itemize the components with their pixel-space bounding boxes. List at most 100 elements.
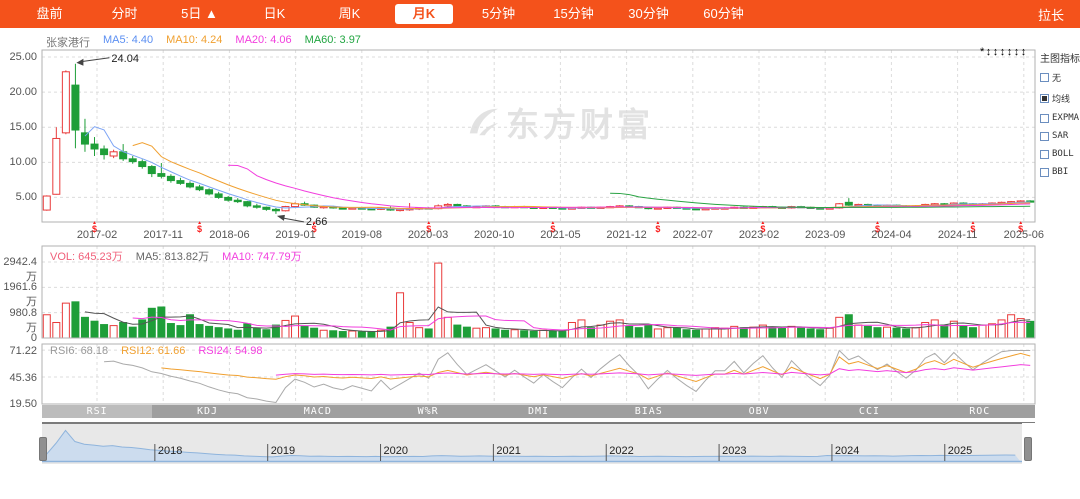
- legend-item: RSI12: 61.66: [121, 345, 185, 357]
- legend-item: MA5: 813.82万: [136, 248, 209, 264]
- main-indicator-sidebar: 主图指标 无均线 EXPMA SAR BOLL BBI: [1040, 50, 1080, 185]
- volume-axis-label: 1961.6万: [0, 281, 37, 309]
- timeframe-tab-周K[interactable]: 周K: [312, 4, 387, 24]
- ma-legend-item: MA10: 4.24: [166, 34, 222, 50]
- event-markers: *↕↕↕↕↕↕: [980, 46, 1028, 58]
- date-axis-label: 2023-09: [793, 229, 857, 241]
- indicator-option-BOLL[interactable]: BOLL: [1040, 149, 1080, 159]
- indicator-tab-MACD[interactable]: MACD: [263, 405, 373, 418]
- date-axis-label: 2023-02: [727, 229, 791, 241]
- date-axis-label: 2021-05: [528, 229, 592, 241]
- indicator-tab-KDJ[interactable]: KDJ: [152, 405, 262, 418]
- legend-item: VOL: 645.23万: [50, 248, 123, 264]
- indicator-tab-bar: RSIKDJMACDW%RDMIBIASOBVCCIROC: [42, 405, 1035, 418]
- date-axis-label: 2019-01: [264, 229, 328, 241]
- legend-item: RSI6: 68.18: [50, 345, 108, 357]
- date-axis-label: 2018-06: [197, 229, 261, 241]
- checkbox-icon[interactable]: [1040, 73, 1049, 82]
- date-axis-label: 2020-10: [462, 229, 526, 241]
- option-label: SAR: [1052, 131, 1068, 141]
- option-label: 均线: [1052, 92, 1070, 105]
- date-axis-label: 2017-11: [131, 229, 195, 241]
- timeframe-tab-5日 ▲[interactable]: 5日 ▲: [162, 4, 237, 24]
- price-axis-label: 15.00: [0, 121, 37, 133]
- navigator-year-label: 2025: [948, 445, 972, 457]
- navigator-left-handle[interactable]: [39, 437, 47, 461]
- svg-text:24.04: 24.04: [111, 53, 139, 65]
- price-axis-label: 25.00: [0, 51, 37, 63]
- rsi-axis-label: 19.50: [0, 398, 37, 410]
- ma-legend-items: MA5: 4.40 MA10: 4.24 MA20: 4.06 MA60: 3.97: [103, 34, 361, 50]
- legend-item: MA10: 747.79万: [222, 248, 302, 264]
- option-label: 无: [1052, 71, 1061, 84]
- indicator-option-EXPMA[interactable]: EXPMA: [1040, 113, 1080, 123]
- checkbox-icon[interactable]: [1040, 168, 1049, 177]
- indicator-tab-BIAS[interactable]: BIAS: [594, 405, 704, 418]
- date-axis-label: 2017-02: [65, 229, 129, 241]
- volume-axis-label: 2942.4万: [0, 256, 37, 284]
- timeframe-tabs: 盘前分时5日 ▲日K周K 月K 5分钟15分钟30分钟60分钟: [0, 4, 761, 24]
- timeframe-tab-5分钟[interactable]: 5分钟: [461, 4, 536, 24]
- volume-axis-label: 980.8万: [0, 307, 37, 335]
- date-axis-label: 2022-07: [661, 229, 725, 241]
- indicator-tab-ROC[interactable]: ROC: [925, 405, 1035, 418]
- date-axis-label: 2019-08: [330, 229, 394, 241]
- stock-name: 张家港行: [46, 34, 90, 50]
- navigator-year-label: 2022: [609, 445, 633, 457]
- indicator-option-SAR[interactable]: SAR: [1040, 131, 1080, 141]
- checkbox-icon[interactable]: [1040, 150, 1049, 159]
- ma-legend-item: MA5: 4.40: [103, 34, 153, 50]
- rsi-axis-label: 45.36: [0, 372, 37, 384]
- rsi-legend: RSI6: 68.18 RSI12: 61.66 RSI24: 54.98: [50, 345, 263, 357]
- timeframe-tab-15分钟[interactable]: 15分钟: [536, 4, 611, 24]
- date-axis-label: 2025-06: [992, 229, 1056, 241]
- indicator-option-BBI[interactable]: BBI: [1040, 167, 1080, 177]
- timeframe-tab-30分钟[interactable]: 30分钟: [611, 4, 686, 24]
- ma-legend-item: MA20: 4.06: [235, 34, 291, 50]
- timeframe-tab-月K[interactable]: 月K: [395, 4, 453, 24]
- navigator-year-label: 2021: [496, 445, 520, 457]
- sidebar-options: 无均线 EXPMA SAR BOLL BBI: [1040, 71, 1080, 177]
- price-axis-label: 5.00: [0, 191, 37, 203]
- option-label: EXPMA: [1052, 113, 1079, 123]
- timeframe-tab-日K[interactable]: 日K: [237, 4, 312, 24]
- date-axis-label: 2024-04: [859, 229, 923, 241]
- navigator-right-handle[interactable]: [1024, 437, 1032, 461]
- price-axis-label: 10.00: [0, 156, 37, 168]
- volume-legend: VOL: 645.23万 MA5: 813.82万 MA10: 747.79万: [50, 248, 302, 264]
- main-chart-legend: 张家港行 MA5: 4.40 MA10: 4.24 MA20: 4.06 MA60: …: [46, 34, 361, 50]
- indicator-tab-CCI[interactable]: CCI: [814, 405, 924, 418]
- sidebar-title: 主图指标: [1040, 50, 1080, 65]
- checkbox-icon[interactable]: [1040, 132, 1049, 141]
- navigator-right-track[interactable]: [1022, 423, 1036, 464]
- navigator-year-label: 2023: [722, 445, 746, 457]
- date-axis-label: 2020-03: [396, 229, 460, 241]
- checkbox-icon[interactable]: [1040, 94, 1049, 103]
- indicator-option-均线[interactable]: 均线: [1040, 92, 1080, 105]
- navigator-year-label: 2024: [835, 445, 859, 457]
- timeframe-tab-60分钟[interactable]: 60分钟: [686, 4, 761, 24]
- timeframe-tab-盘前[interactable]: 盘前: [12, 4, 87, 24]
- rsi-axis-label: 71.22: [0, 345, 37, 357]
- volume-axis-label: 0: [0, 332, 37, 344]
- navigator-year-label: 2020: [384, 445, 408, 457]
- navigator-year-label: 2018: [158, 445, 182, 457]
- option-label: BOLL: [1052, 149, 1074, 159]
- navigator-year-label: 2019: [271, 445, 295, 457]
- timeframe-bar: 盘前分时5日 ▲日K周K 月K 5分钟15分钟30分钟60分钟 拉长: [0, 0, 1080, 28]
- ma-legend-item: MA60: 3.97: [305, 34, 361, 50]
- option-label: BBI: [1052, 167, 1068, 177]
- svg-text:2.66: 2.66: [306, 216, 327, 228]
- indicator-tab-OBV[interactable]: OBV: [704, 405, 814, 418]
- legend-item: RSI24: 54.98: [198, 345, 262, 357]
- indicator-option-无[interactable]: 无: [1040, 71, 1080, 84]
- stretch-button[interactable]: 拉长: [1038, 5, 1064, 24]
- timeframe-tab-分时[interactable]: 分时: [87, 4, 162, 24]
- date-axis-label: 2024-11: [926, 229, 990, 241]
- indicator-tab-RSI[interactable]: RSI: [42, 405, 152, 418]
- price-axis-label: 20.00: [0, 86, 37, 98]
- indicator-tab-DMI[interactable]: DMI: [483, 405, 593, 418]
- date-axis-label: 2021-12: [595, 229, 659, 241]
- indicator-tab-W%R[interactable]: W%R: [373, 405, 483, 418]
- checkbox-icon[interactable]: [1040, 114, 1049, 123]
